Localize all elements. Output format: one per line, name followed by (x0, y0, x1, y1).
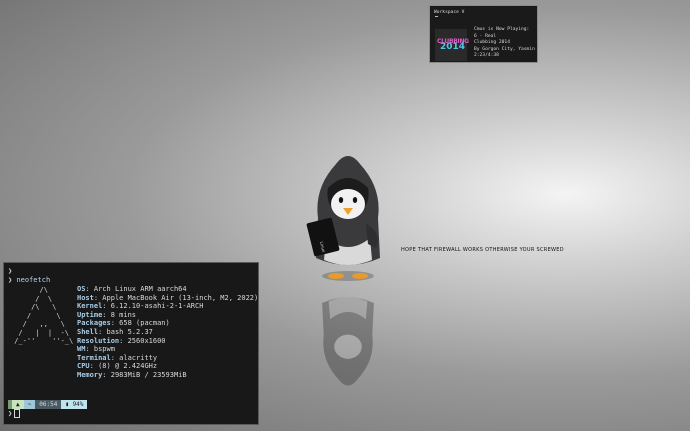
info-value: Apple MacBook Air (13-inch, M2, 2022) (102, 293, 259, 302)
arch-icon: ▲ (12, 400, 24, 409)
album-art-line2: 2014 (440, 42, 466, 52)
terminal-window[interactable]: ❯ ❯ neofetch /\ / \ /\ \ / \ / ,, \ / | … (3, 262, 259, 425)
info-row-packages: Packages: 658 (pacman) (77, 319, 170, 328)
info-row-resolution: Resolution: 2560x1600 (77, 336, 166, 345)
info-row-os: OS: Arch Linux ARM aarch64 (77, 285, 187, 293)
info-key: Terminal (77, 353, 111, 362)
info-key: CPU (77, 362, 90, 371)
info-key: Packages (77, 319, 111, 328)
info-row-wm: WM: bspwm (77, 345, 115, 354)
penguin-reflection (322, 297, 374, 386)
command-line: ❯ neofetch (8, 276, 50, 285)
info-value: 6.12.10-asahi-2-1-ARCH (110, 302, 204, 311)
info-value: alacritty (119, 353, 158, 362)
prompt-line-1: ❯ (8, 267, 12, 276)
notification-title: Cmus is Now Playing: (474, 27, 530, 32)
notification-popup[interactable]: Workspace V CLUBBING 2014 Cmus is Now Pl… (429, 5, 538, 63)
info-row-shell: Shell: bash 5.2.37 (77, 327, 153, 336)
battery-icon: ▮ (65, 401, 69, 408)
info-value: 658 (pacman) (119, 319, 170, 328)
album-art: CLUBBING 2014 (435, 29, 469, 61)
notification-text: Cmus is Now Playing: 6 - Real Clubbing 2… (474, 27, 538, 60)
status-battery: ▮ 94% (61, 400, 88, 409)
penguin-hoodie-illustration: Linux (306, 156, 380, 281)
info-value: bspwm (93, 345, 115, 354)
info-row-terminal: Terminal: alacritty (77, 353, 158, 362)
info-row-kernel: Kernel: 6.12.10-asahi-2-1-ARCH (77, 302, 204, 311)
battery-level: 94% (72, 401, 84, 408)
notification-separator (435, 16, 438, 17)
notification-time: 2:23/4:38 (474, 53, 499, 58)
neofetch-info: OS: Arch Linux ARM aarch64 Host: Apple Ma… (77, 285, 258, 380)
info-value: Arch Linux ARM aarch64 (93, 285, 187, 293)
info-key: Shell (77, 327, 99, 336)
info-key: Kernel (77, 302, 103, 311)
input-line[interactable]: ❯ (8, 409, 21, 418)
command-text: neofetch (16, 276, 51, 284)
status-time: 06:54 (35, 400, 62, 409)
info-key: Resolution (77, 336, 120, 345)
prompt-symbol: ❯ (8, 276, 13, 284)
info-row-host: Host: Apple MacBook Air (13-inch, M2, 20… (77, 293, 259, 302)
prompt-status-bar: ▲ ~ 06:54 ▮ 94% (8, 400, 88, 409)
prompt-symbol: ❯ (8, 409, 13, 418)
info-value: 8 mins (110, 310, 137, 319)
info-row-cpu: CPU: (8) @ 2.424GHz (77, 362, 158, 371)
info-row-memory: Memory: 2983MiB / 23593MiB (77, 370, 187, 379)
info-value: bash 5.2.37 (106, 327, 153, 336)
info-row-uptime: Uptime: 8 mins (77, 310, 137, 319)
info-value: 2983MiB / 23593MiB (110, 370, 187, 379)
info-key: Memory (77, 370, 103, 379)
notification-workspace: Workspace V (434, 10, 465, 15)
arch-logo-ascii: /\ / \ /\ \ / \ / ,, \ / | | -\ /_-'' ''… (14, 286, 74, 345)
wallpaper-tagline: HOPE THAT FIREWALL WORKS OTHERWISE YOUR … (401, 247, 564, 253)
status-home: ~ (23, 400, 36, 409)
info-key: Uptime (77, 310, 103, 319)
info-value: 2560x1600 (127, 336, 166, 345)
text-cursor (14, 409, 21, 418)
info-value: (8) @ 2.424GHz (98, 362, 158, 371)
prompt-symbol: ❯ (8, 267, 13, 275)
info-key: Host (77, 293, 94, 302)
